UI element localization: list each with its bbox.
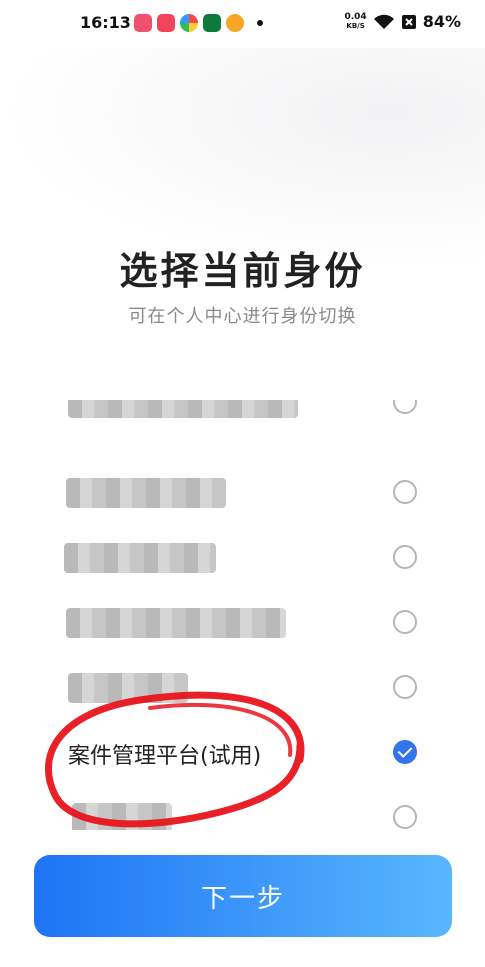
page-title: 选择当前身份 [119,249,366,293]
radio-button[interactable] [393,675,417,699]
redacted-label [66,608,286,638]
identity-option[interactable] [0,525,485,589]
radio-button[interactable] [393,805,417,829]
radio-button[interactable] [393,545,417,569]
status-bar: 16:13 0.04 KB/S 84% [0,0,485,48]
network-speed: 0.04 KB/S [344,11,367,30]
checked-radio-icon[interactable] [393,740,417,764]
identity-option[interactable] [0,785,485,830]
page-subtitle: 可在个人中心进行身份切换 [128,306,357,327]
identity-option[interactable] [0,655,485,719]
radio-button[interactable] [393,610,417,634]
weibo-icon [226,14,244,32]
status-indicators: 0.04 KB/S 84% [344,12,461,31]
redacted-label [68,400,298,418]
redacted-label [66,478,226,508]
identity-option[interactable] [0,460,485,524]
identity-label: 案件管理平台(试用) [68,744,262,769]
radio-button[interactable] [393,480,417,504]
next-button[interactable]: 下一步 [34,855,452,937]
radio-button[interactable] [393,400,417,414]
green-app-icon [203,14,221,32]
battery-percentage: 84% [422,12,461,31]
wifi-icon [373,14,394,29]
identity-option-selected[interactable]: 案件管理平台(试用) [0,720,485,784]
video-app-icon [134,14,152,32]
identity-option[interactable] [0,400,485,434]
redacted-label [68,673,188,703]
redacted-label [64,543,216,573]
background-decoration [0,48,485,268]
notification-icons [134,14,263,32]
identity-option[interactable] [0,590,485,654]
video-app-icon-2 [157,14,175,32]
colorful-app-icon [180,14,198,32]
more-notifications-icon [257,20,263,26]
identity-list[interactable]: 案件管理平台(试用) [0,400,485,830]
battery-icon [401,14,416,29]
redacted-label [72,803,172,830]
clock: 16:13 [80,13,131,32]
